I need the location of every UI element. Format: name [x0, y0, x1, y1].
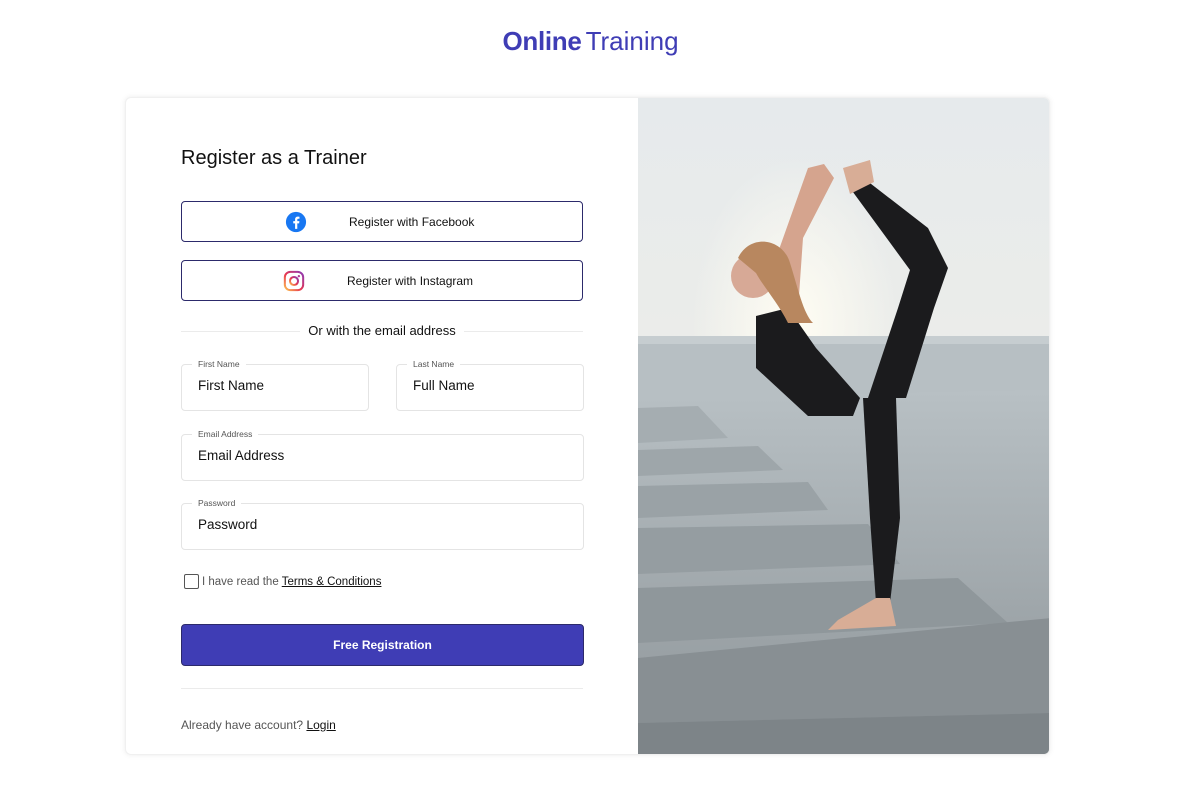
terms-row: I have read the Terms & Conditions: [184, 574, 381, 589]
terms-link[interactable]: Terms & Conditions: [282, 576, 382, 588]
yoga-pose-illustration: [638, 98, 1049, 754]
register-form: Register as a Trainer Register with Face…: [126, 98, 638, 754]
password-field[interactable]: Password: [181, 498, 584, 550]
last-name-input[interactable]: [413, 378, 569, 393]
login-link[interactable]: Login: [306, 718, 335, 732]
terms-checkbox[interactable]: [184, 574, 199, 589]
first-name-input[interactable]: [198, 378, 354, 393]
email-input[interactable]: [198, 448, 569, 463]
free-registration-button[interactable]: Free Registration: [181, 624, 584, 666]
register-instagram-label: Register with Instagram: [347, 274, 474, 288]
email-field[interactable]: Email Address: [181, 429, 584, 481]
hero-photo: [638, 98, 1049, 754]
page-title: Register as a Trainer: [181, 147, 367, 169]
register-card: Register as a Trainer Register with Face…: [125, 97, 1050, 755]
login-row: Already have account? Login: [181, 718, 336, 732]
terms-prefix: I have read the: [202, 575, 279, 588]
facebook-icon: [285, 211, 307, 233]
password-label: Password: [192, 498, 242, 508]
brand-logo-bold: Online: [502, 26, 582, 56]
register-instagram-button[interactable]: Register with Instagram: [181, 260, 583, 301]
password-input[interactable]: [198, 517, 569, 532]
brand-logo-light: Training: [585, 26, 679, 56]
first-name-label: First Name: [192, 359, 246, 369]
brand-logo[interactable]: Online Training: [0, 26, 1181, 57]
bottom-divider: [181, 688, 583, 689]
divider-text: Or with the email address: [181, 323, 583, 338]
login-prefix: Already have account?: [181, 718, 304, 732]
instagram-icon: [283, 270, 305, 292]
first-name-field[interactable]: First Name: [181, 359, 369, 411]
last-name-label: Last Name: [407, 359, 461, 369]
email-label: Email Address: [192, 429, 259, 439]
register-facebook-label: Register with Facebook: [349, 215, 475, 229]
register-facebook-button[interactable]: Register with Facebook: [181, 201, 583, 242]
divider-label: Or with the email address: [300, 323, 464, 338]
last-name-field[interactable]: Last Name: [396, 359, 584, 411]
